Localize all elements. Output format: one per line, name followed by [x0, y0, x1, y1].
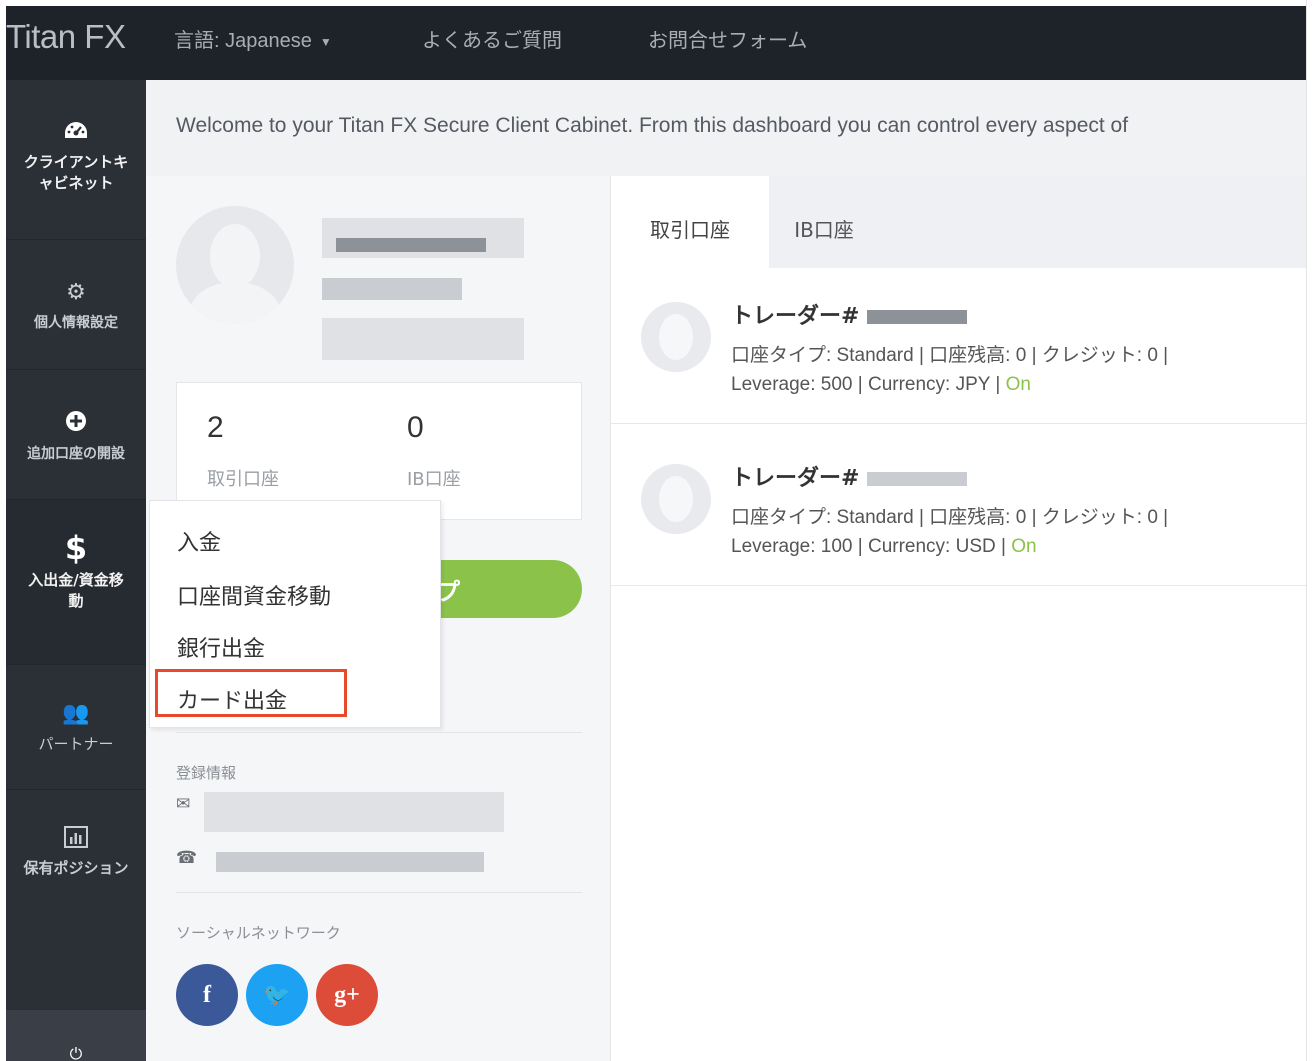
sidebar-item-client-cabinet[interactable]: クライアントキ ャビネット [6, 80, 146, 240]
language-label: 言語: Japanese [174, 30, 312, 52]
language-selector[interactable]: 言語: Japanese ▼ [174, 24, 332, 53]
brand-logo[interactable]: Titan FX [6, 18, 126, 56]
account-leverage: Leverage: 100 | Currency: USD | On [731, 536, 1037, 558]
account-leverage-text: Leverage: 500 | Currency: JPY | [731, 374, 1006, 395]
funds-dropdown-menu: 入金 口座間資金移動 銀行出金 カード出金 [149, 500, 441, 728]
redacted-phone [216, 852, 484, 872]
users-icon: 👥 [62, 701, 90, 726]
phone-icon: ☎ [176, 848, 198, 868]
caret-down-icon: ▼ [319, 34, 332, 49]
ib-account-label: IB口座 [407, 469, 461, 490]
sidebar-item-label: 保有ポジション [23, 859, 129, 877]
google-plus-icon[interactable]: g+ [316, 964, 378, 1026]
envelope-icon: ✉ [176, 794, 191, 814]
redacted-account-number [867, 310, 968, 324]
redacted-info [322, 318, 524, 360]
welcome-text: Welcome to your Titan FX Secure Client C… [176, 114, 1129, 137]
highlight-box [155, 669, 347, 717]
avatar [176, 206, 294, 324]
sidebar-item-personal-settings[interactable]: ⚙ 個人情報設定 [6, 240, 146, 370]
google-plus-glyph: g+ [334, 982, 360, 1008]
sidebar: クライアントキ ャビネット ⚙ 個人情報設定 追加口座の開設 $ 入出金/資金移… [6, 80, 146, 1061]
logout-button[interactable]: ⏻ [6, 1010, 146, 1061]
window-edge [1306, 0, 1314, 1061]
sidebar-item-partner[interactable]: 👥 パートナー [6, 665, 146, 790]
dollar-icon: $ [64, 529, 88, 567]
account-status: On [1011, 536, 1037, 557]
menu-item-internal-transfer[interactable]: 口座間資金移動 [177, 579, 331, 611]
trading-account-label: 取引口座 [207, 469, 279, 490]
account-title: トレーダー# [731, 298, 968, 330]
account-avatar [641, 464, 711, 534]
sidebar-item-label: パートナー [38, 735, 114, 753]
contact-form-link[interactable]: お問合せフォーム [648, 24, 807, 53]
faq-link[interactable]: よくあるご質問 [422, 24, 562, 53]
redacted-id [322, 278, 462, 300]
accounts-panel: 取引口座 IB口座 トレーダー# 口座タイプ: Standard | 口座残高:… [611, 176, 1306, 1061]
account-tabs: 取引口座 IB口座 [611, 176, 1306, 268]
account-details: 口座タイプ: Standard | 口座残高: 0 | クレジット: 0 | [731, 345, 1169, 366]
facebook-icon[interactable]: f [176, 964, 238, 1026]
registration-info-label: 登録情報 [176, 764, 237, 782]
divider [176, 732, 582, 733]
dashboard-icon [65, 122, 87, 138]
app-window: Titan FX 言語: Japanese ▼ よくあるご質問 お問合せフォーム … [6, 6, 1306, 1061]
tab-ib-accounts[interactable]: IB口座 [769, 176, 879, 268]
menu-item-bank-withdrawal[interactable]: 銀行出金 [177, 631, 265, 663]
account-avatar [641, 302, 711, 372]
account-title-text: トレーダー# [731, 304, 860, 329]
sidebar-item-label: 入出金/資金移 [28, 571, 124, 589]
facebook-glyph: f [203, 982, 211, 1008]
menu-item-deposit[interactable]: 入金 [177, 525, 221, 557]
account-status: On [1005, 374, 1031, 395]
redacted-name-detail [336, 238, 486, 252]
top-navbar: Titan FX 言語: Japanese ▼ よくあるご質問 お問合せフォーム [6, 6, 1306, 80]
sidebar-item-label: ャビネット [38, 174, 114, 192]
twitter-icon[interactable]: 🐦 [246, 964, 308, 1026]
account-details: 口座タイプ: Standard | 口座残高: 0 | クレジット: 0 | [731, 507, 1169, 528]
account-row[interactable]: トレーダー# 口座タイプ: Standard | 口座残高: 0 | クレジット… [611, 430, 1306, 586]
social-network-label: ソーシャルネットワーク [176, 924, 341, 942]
welcome-banner: Welcome to your Titan FX Secure Client C… [146, 80, 1306, 176]
account-leverage-text: Leverage: 100 | Currency: USD | [731, 536, 1012, 557]
account-row[interactable]: トレーダー# 口座タイプ: Standard | 口座残高: 0 | クレジット… [611, 268, 1306, 424]
account-title-text: トレーダー# [731, 466, 860, 491]
redacted-email [204, 792, 504, 832]
gears-icon: ⚙ [66, 280, 86, 305]
account-leverage: Leverage: 500 | Currency: JPY | On [731, 374, 1031, 396]
bar-chart-icon [64, 826, 88, 848]
sidebar-item-label: クライアントキ [23, 153, 129, 171]
sidebar-item-positions[interactable]: 保有ポジション [6, 790, 146, 1010]
sidebar-item-label: 動 [68, 592, 84, 610]
trading-account-count: 2 [207, 411, 224, 444]
twitter-glyph: 🐦 [263, 982, 291, 1007]
sidebar-item-funds[interactable]: $ 入出金/資金移 動 [6, 500, 146, 665]
plus-circle-icon [66, 411, 86, 431]
sidebar-item-label: 個人情報設定 [34, 315, 118, 331]
ib-account-count: 0 [407, 411, 424, 444]
sidebar-item-open-account[interactable]: 追加口座の開設 [6, 370, 146, 500]
redacted-account-number [867, 472, 968, 486]
tab-trading-accounts[interactable]: 取引口座 [611, 176, 769, 268]
account-title: トレーダー# [731, 460, 968, 492]
divider [176, 892, 582, 893]
power-icon: ⏻ [69, 1044, 83, 1061]
sidebar-item-label: 追加口座の開設 [27, 446, 125, 462]
